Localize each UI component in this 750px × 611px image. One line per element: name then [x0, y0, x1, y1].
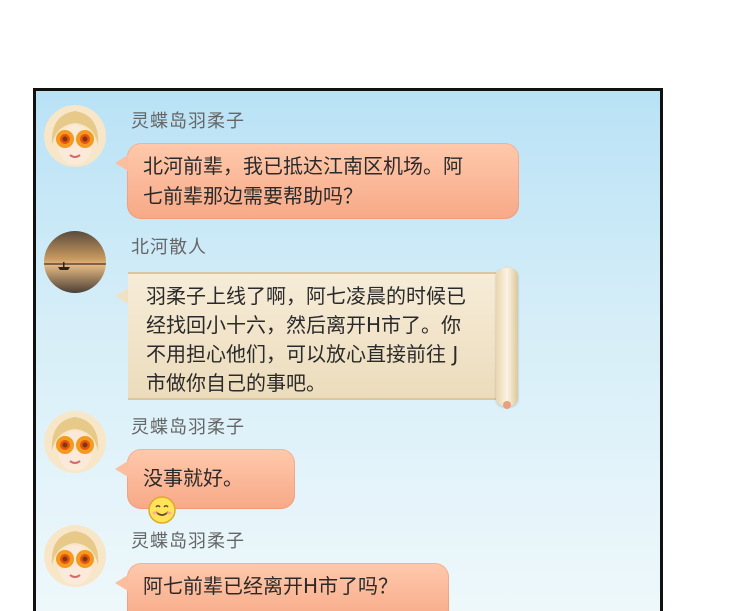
chat-panel: 灵蝶岛羽柔子 北河前辈，我已抵达江南区机场。阿 七前辈那边需要帮助吗？ 北河散人…: [33, 88, 663, 611]
message-bubble: 北河前辈，我已抵达江南区机场。阿 七前辈那边需要帮助吗？: [115, 143, 519, 219]
sunset-lake-avatar-icon: [44, 231, 106, 293]
message-line: 经找回小十六，然后离开H市了。你: [146, 313, 462, 337]
sender-avatar[interactable]: [44, 231, 106, 293]
smiley-face-icon: [148, 495, 176, 524]
message-scroll: 羽柔子上线了啊，阿七凌晨的时候已 经找回小十六，然后离开H市了。你 不用担心他们…: [115, 268, 518, 409]
message-line: 不用担心他们，可以放心直接前往 J: [146, 342, 459, 366]
message-line: 羽柔子上线了啊，阿七凌晨的时候已: [146, 284, 466, 308]
sunflower-eyes-avatar-icon: [44, 411, 106, 473]
sender-name: 灵蝶岛羽柔子: [131, 111, 245, 132]
message-line: 阿七前辈已经离开H市了吗？: [143, 574, 399, 598]
message-line: 市做你自己的事吧。: [146, 371, 326, 395]
sender-avatar[interactable]: [44, 105, 106, 167]
sunflower-eyes-avatar-icon: [44, 525, 106, 587]
sender-name: 灵蝶岛羽柔子: [131, 417, 245, 438]
message-line: 七前辈那边需要帮助吗？: [143, 184, 363, 208]
sender-avatar[interactable]: [44, 411, 106, 473]
sender-name: 灵蝶岛羽柔子: [131, 531, 245, 552]
message-bubble: 阿七前辈已经离开H市了吗？: [115, 563, 449, 611]
message-bubble: 没事就好。: [115, 449, 295, 524]
message-line: 没事就好。: [143, 466, 243, 490]
message-line: 北河前辈，我已抵达江南区机场。阿: [143, 154, 463, 178]
sunflower-eyes-avatar-icon: [44, 105, 106, 167]
sender-name: 北河散人: [131, 237, 207, 258]
sender-avatar[interactable]: [44, 525, 106, 587]
scroll-roll: [496, 268, 518, 409]
